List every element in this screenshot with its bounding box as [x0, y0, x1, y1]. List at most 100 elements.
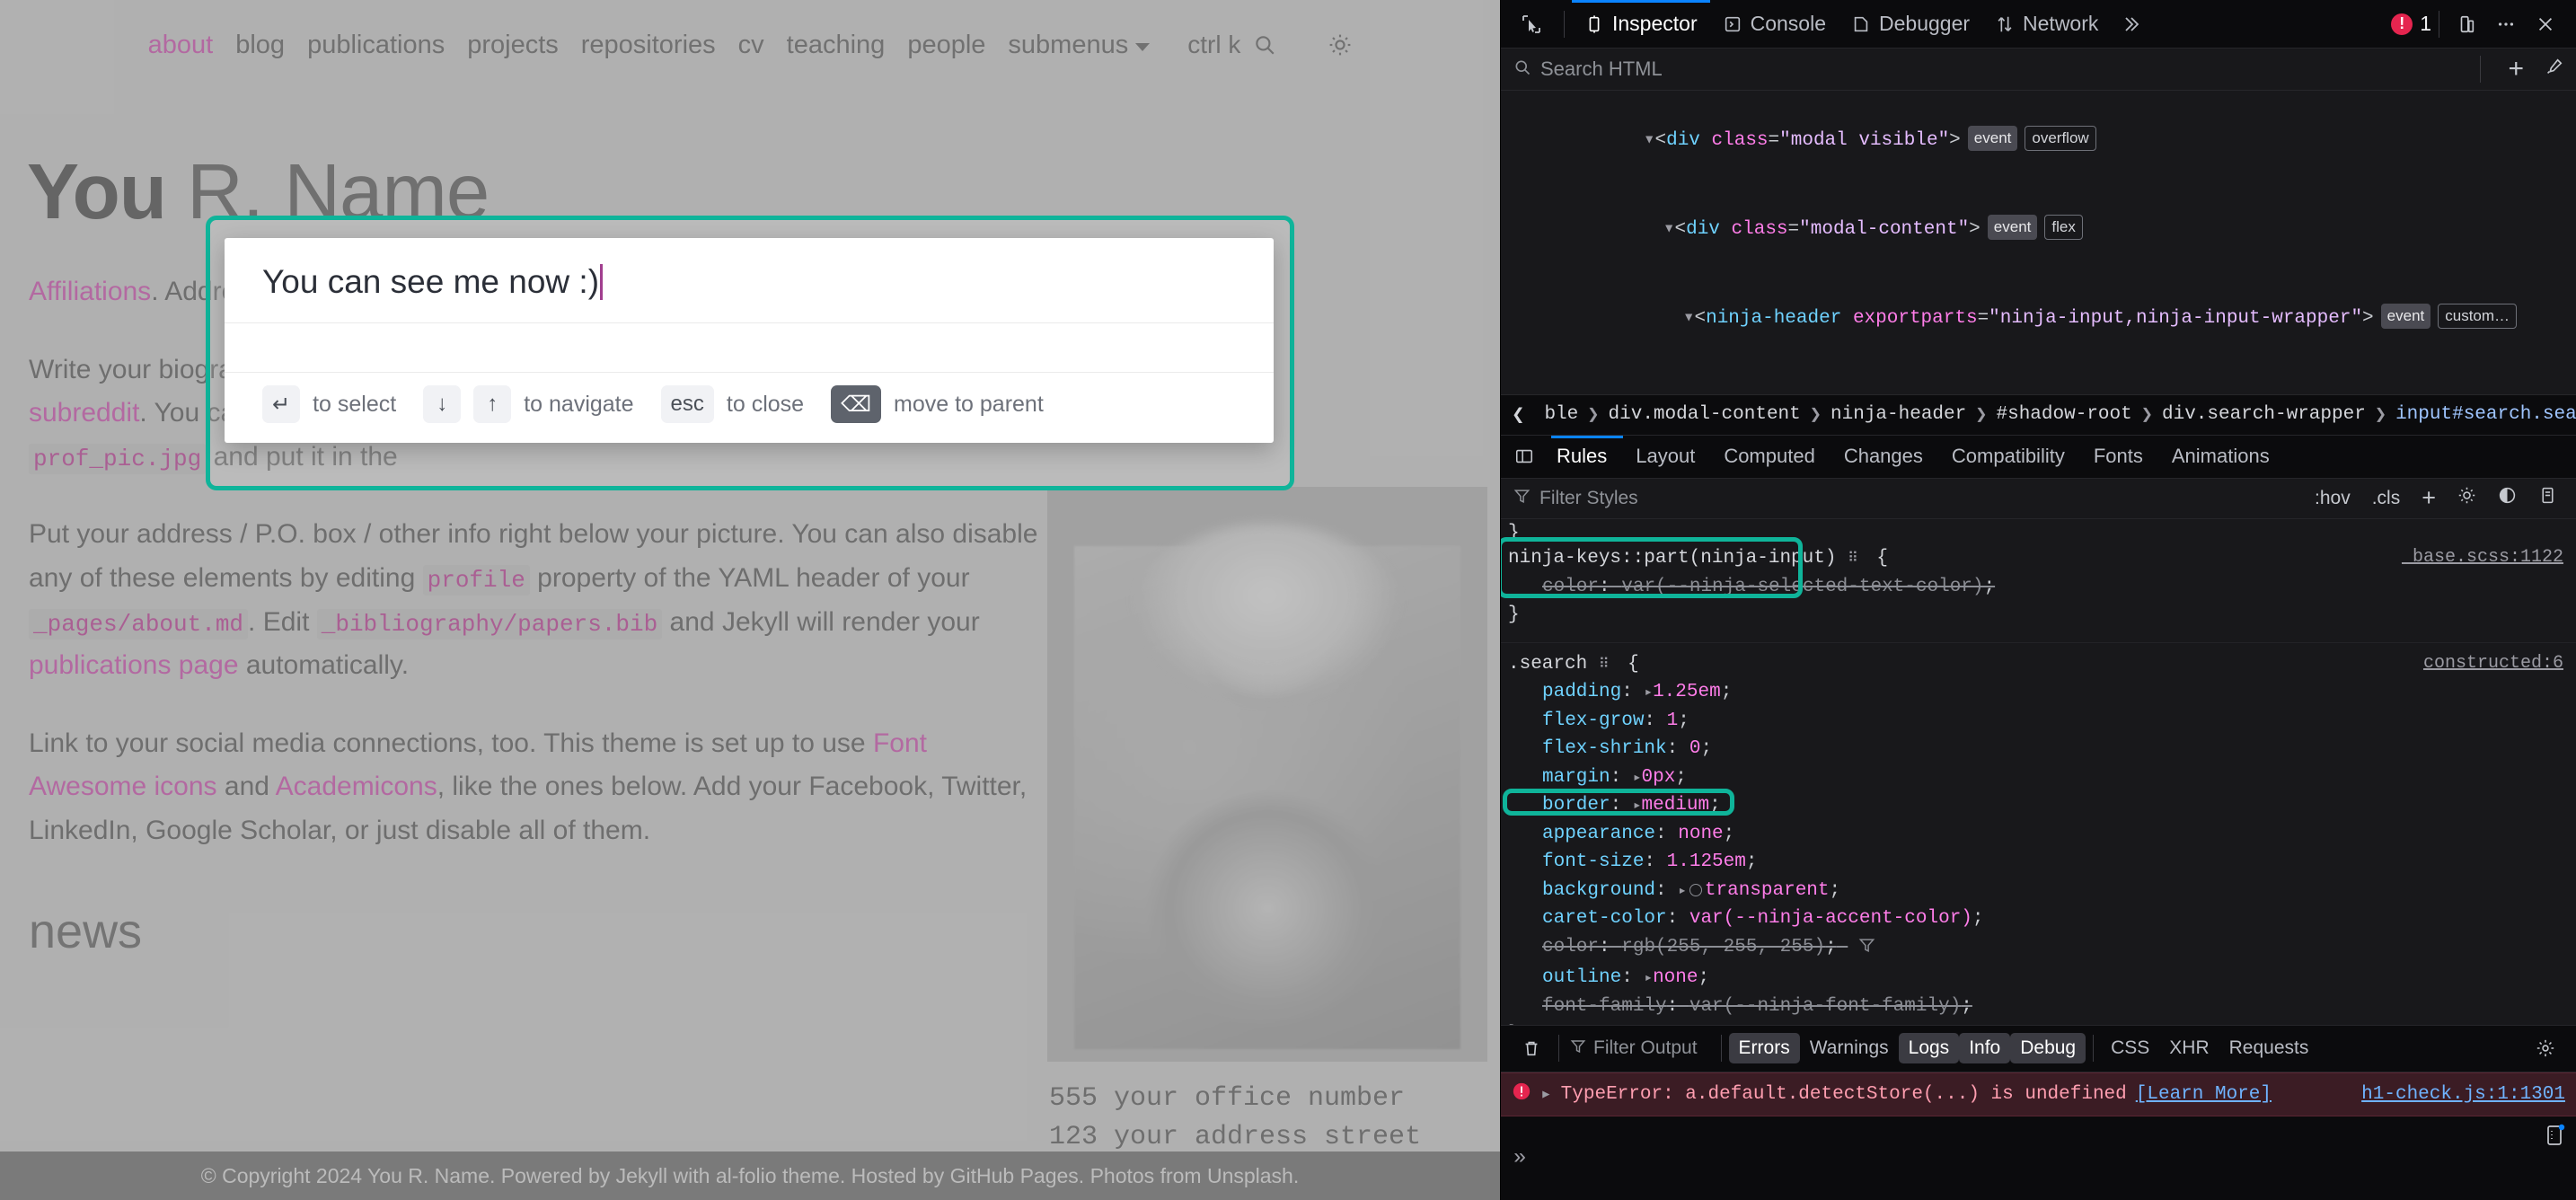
tab-console[interactable]: Console	[1710, 0, 1839, 49]
console-filter-xhr[interactable]: XHR	[2159, 1033, 2219, 1063]
tab-animations[interactable]: Animations	[2157, 435, 2284, 478]
css-declaration[interactable]: background: ▸ transparent;	[1501, 877, 2576, 905]
nav-link-publications[interactable]: publications	[307, 31, 445, 60]
command-palette-modal[interactable]: You can see me now :) ↵ to select ↓ ↑ to…	[225, 238, 1274, 443]
markup-line[interactable]: ▾<ninja-header exportparts="ninja-input,…	[1501, 274, 2576, 363]
search-icon[interactable]	[1253, 33, 1276, 57]
publications-page-link[interactable]: publications page	[29, 650, 239, 680]
event-badge[interactable]: event	[2380, 303, 2431, 329]
breadcrumb[interactable]: ❮ ble ❯ div.modal-content ❯ ninja-header…	[1501, 394, 2576, 436]
console-error-message[interactable]: ▸ TypeError: a.default.detectStore(...) …	[1501, 1072, 2576, 1116]
console-filter-requests[interactable]: Requests	[2219, 1033, 2319, 1063]
css-declaration[interactable]: caret-color: var(--ninja-accent-color);	[1501, 904, 2576, 933]
event-badge[interactable]: event	[1967, 126, 2018, 152]
nav-link-about[interactable]: about	[148, 31, 214, 60]
subreddit-link[interactable]: subreddit	[29, 398, 139, 428]
css-selector[interactable]: ninja-keys::part(ninja-input) ⠿ {	[1508, 544, 1888, 573]
console-filter-info[interactable]: Info	[1959, 1033, 2011, 1064]
expand-triangle-icon[interactable]: ▸	[1540, 1082, 1552, 1106]
nav-link-cv[interactable]: cv	[738, 31, 764, 60]
breadcrumb-item-2[interactable]: ninja-header	[1831, 404, 1966, 425]
breadcrumb-item-4[interactable]: div.search-wrapper	[2162, 404, 2366, 425]
chevron-double-right-icon[interactable]	[2111, 6, 2150, 42]
breadcrumb-item-5[interactable]: input#search.search	[2395, 404, 2576, 425]
pseudo-class-hov-button[interactable]: :hov	[2308, 488, 2357, 509]
toggle-sidebar-icon[interactable]	[1506, 446, 1542, 466]
breadcrumb-scroll-left-icon[interactable]: ❮	[1506, 401, 1530, 428]
expand-triangle-icon[interactable]: ▸	[1644, 684, 1653, 701]
tab-inspector[interactable]: Inspector	[1572, 0, 1710, 49]
css-declaration[interactable]: border: ▸medium;	[1501, 791, 2576, 820]
responsive-design-mode-icon[interactable]	[2447, 6, 2486, 42]
css-declaration[interactable]: outline: ▸none;	[1501, 964, 2576, 993]
search-html-input[interactable]: Search HTML	[1540, 57, 2464, 81]
nav-link-teaching[interactable]: teaching	[787, 31, 886, 60]
twisty-icon[interactable]: ▾	[1683, 308, 1695, 329]
html-search-bar[interactable]: Search HTML +	[1501, 49, 2576, 92]
tab-layout[interactable]: Layout	[1621, 435, 1709, 478]
class-toggle-button[interactable]: .cls	[2366, 488, 2407, 509]
css-declaration[interactable]: margin: ▸0px;	[1501, 763, 2576, 792]
breadcrumb-item-0[interactable]: ble	[1544, 404, 1578, 425]
css-declaration[interactable]: flex-grow: 1;	[1501, 707, 2576, 736]
gear-icon[interactable]	[2526, 1030, 2565, 1066]
markup-line[interactable]: ▾<div class="modal-content"> event flex	[1501, 185, 2576, 274]
filter-icon[interactable]	[1858, 936, 1875, 965]
console-source-link[interactable]: h1-check.js:1:1301	[2361, 1084, 2565, 1105]
css-selector[interactable]: .search ⠿ {	[1508, 650, 1639, 679]
expand-triangle-icon[interactable]: ▸	[1644, 970, 1653, 986]
nav-link-repositories[interactable]: repositories	[581, 31, 716, 60]
filter-styles-input[interactable]: Filter Styles	[1539, 488, 2299, 509]
console-filter-debug[interactable]: Debug	[2010, 1033, 2086, 1064]
expand-triangle-icon[interactable]: ▸	[1678, 883, 1687, 899]
markup-line-shadow-root[interactable]: ▾#shadow-root (open)	[1501, 363, 2576, 395]
academicons-link[interactable]: Academicons	[276, 772, 437, 801]
color-swatch[interactable]	[1689, 883, 1702, 896]
sun-icon[interactable]	[2451, 486, 2483, 510]
error-count-badge[interactable]: ! 1	[2391, 12, 2431, 36]
plus-icon[interactable]: +	[2497, 54, 2535, 84]
css-rules-list[interactable]: } ninja-keys::part(ninja-input) ⠿ { _bas…	[1501, 519, 2576, 1025]
css-declaration[interactable]: padding: ▸1.25em;	[1501, 678, 2576, 707]
nav-link-projects[interactable]: projects	[467, 31, 559, 60]
learn-more-link[interactable]: [Learn More]	[2136, 1084, 2272, 1105]
tab-compatibility[interactable]: Compatibility	[1937, 435, 2079, 478]
close-icon[interactable]	[2526, 6, 2565, 42]
eyedropper-icon[interactable]	[2544, 57, 2563, 82]
css-source-link[interactable]: _base.scss:1122	[2402, 544, 2563, 573]
contrast-icon[interactable]	[2492, 486, 2523, 510]
command-palette-input-row[interactable]: You can see me now :)	[225, 238, 1274, 323]
plus-icon[interactable]: +	[2415, 484, 2442, 512]
trash-icon[interactable]	[1512, 1030, 1551, 1066]
sun-icon[interactable]	[1328, 33, 1352, 57]
print-media-icon[interactable]	[2532, 486, 2563, 510]
tab-computed[interactable]: Computed	[1709, 435, 1830, 478]
css-rule-search[interactable]: .search ⠿ { constructed:6 padding: ▸1.25…	[1501, 643, 2576, 1025]
console-filter-warnings[interactable]: Warnings	[1800, 1033, 1899, 1063]
breadcrumb-item-3[interactable]: #shadow-root	[1997, 404, 2132, 425]
markup-view[interactable]: ▾<div class="modal visible"> event overflo…	[1501, 91, 2576, 395]
tab-rules[interactable]: Rules	[1542, 435, 1621, 478]
tab-debugger[interactable]: Debugger	[1839, 0, 1982, 49]
console-filter-errors[interactable]: Errors	[1728, 1033, 1800, 1064]
css-source-link[interactable]: constructed:6	[2423, 650, 2563, 679]
markup-line[interactable]: ▾<div class="modal visible"> event overflo…	[1501, 96, 2576, 185]
tab-changes[interactable]: Changes	[1830, 435, 1937, 478]
css-declaration[interactable]: font-size: 1.125em;	[1501, 848, 2576, 877]
event-badge[interactable]: event	[1987, 215, 2038, 240]
element-picker-icon[interactable]	[1512, 6, 1551, 42]
twisty-icon[interactable]: ▾	[1663, 219, 1675, 240]
nav-dropdown-submenus[interactable]: submenus	[1008, 31, 1151, 60]
css-rule-ninja-keys[interactable]: ninja-keys::part(ninja-input) ⠿ { _base.…	[1501, 535, 2576, 643]
more-options-icon[interactable]	[2486, 6, 2526, 42]
console-prompt-row[interactable]: »	[1501, 1116, 2576, 1200]
css-declaration[interactable]: appearance: none;	[1501, 820, 2576, 849]
tab-fonts[interactable]: Fonts	[2079, 435, 2157, 478]
breadcrumb-item-1[interactable]: div.modal-content	[1609, 404, 1801, 425]
css-declaration[interactable]: flex-shrink: 0;	[1501, 735, 2576, 763]
nav-link-people[interactable]: people	[907, 31, 985, 60]
search-input[interactable]: You can see me now :)	[262, 263, 599, 301]
css-declaration[interactable]: font-family: var(--ninja-font-family);	[1501, 993, 2576, 1021]
console-filter-logs[interactable]: Logs	[1898, 1033, 1960, 1064]
console-filter-input[interactable]: Filter Output	[1593, 1037, 1698, 1059]
